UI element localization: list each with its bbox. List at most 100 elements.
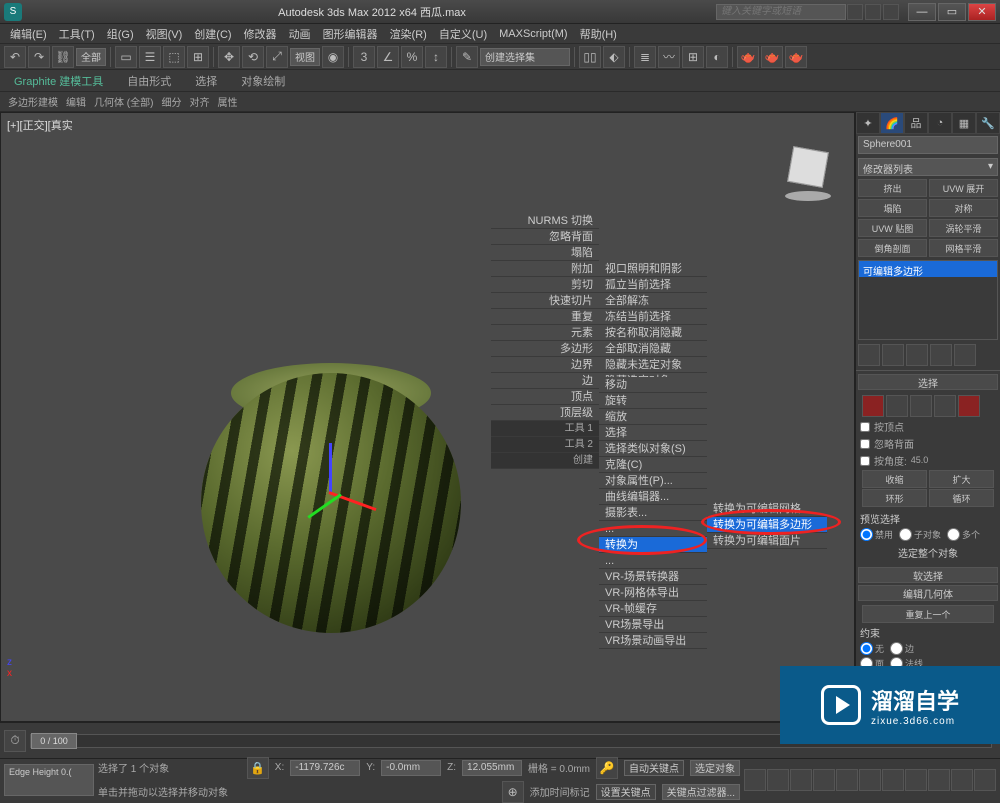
ribbon-tab-modeling[interactable]: Graphite 建模工具 bbox=[8, 71, 109, 91]
radio-c-edge[interactable] bbox=[890, 642, 903, 655]
btn-uvw-map[interactable]: UVW 贴图 bbox=[858, 219, 927, 237]
show-result-icon[interactable] bbox=[882, 344, 904, 366]
modifier-stack[interactable]: 可编辑多边形 bbox=[858, 260, 998, 340]
radio-preview-off[interactable] bbox=[860, 528, 873, 541]
qm-rotate[interactable]: 旋转 bbox=[599, 393, 707, 409]
qm-edge[interactable]: 边 bbox=[491, 373, 599, 389]
qm-vertex[interactable]: 顶点 bbox=[491, 389, 599, 405]
keyfilter-button[interactable]: 关键点过滤器... bbox=[662, 784, 740, 800]
qm-cut[interactable]: 剪切 bbox=[491, 277, 599, 293]
qm-dopesheet[interactable]: 摄影表... bbox=[599, 505, 707, 521]
btn-grow[interactable]: 扩大 bbox=[929, 470, 994, 488]
angle-snap-icon[interactable]: ∠ bbox=[377, 46, 399, 68]
help-icon[interactable] bbox=[847, 4, 863, 20]
redo-icon[interactable]: ↷ bbox=[28, 46, 50, 68]
menu-views[interactable]: 视图(V) bbox=[140, 24, 189, 44]
script-listener[interactable]: Edge Height 0.( bbox=[4, 764, 94, 796]
qm-unhide-name[interactable]: 按名称取消隐藏 bbox=[599, 325, 707, 341]
qm-vr-scene-exp[interactable]: VR场景导出 bbox=[599, 617, 707, 633]
btn-meshsmooth[interactable]: 网格平滑 bbox=[929, 239, 998, 257]
qm-dots2[interactable]: ... bbox=[599, 553, 707, 569]
rotate-icon[interactable]: ⟲ bbox=[242, 46, 264, 68]
object-name-field[interactable]: Sphere001 bbox=[858, 136, 998, 154]
render-icon[interactable]: 🫖 bbox=[785, 46, 807, 68]
qm-vr-framebuf[interactable]: VR-帧缓存 bbox=[599, 601, 707, 617]
qm-collapse[interactable]: 塌陷 bbox=[491, 245, 599, 261]
viewport[interactable]: [+][正交][真实 zx NURMS 切换 忽略背面 塌陷 附加 剪切 快速切… bbox=[0, 112, 855, 722]
sm-editable-patch[interactable]: 转换为可编辑面片 bbox=[707, 533, 827, 549]
spinner-snap-icon[interactable]: ↕ bbox=[425, 46, 447, 68]
viewport-label[interactable]: [+][正交][真实 bbox=[7, 117, 73, 133]
sm-editable-mesh[interactable]: 转换为可编辑网格 bbox=[707, 501, 827, 517]
qm-quickslice[interactable]: 快速切片 bbox=[491, 293, 599, 309]
menu-edit[interactable]: 编辑(E) bbox=[4, 24, 53, 44]
rb-geom[interactable]: 几何体 (全部) bbox=[94, 94, 153, 109]
play-icon[interactable] bbox=[790, 769, 812, 791]
create-tab-icon[interactable]: ✦ bbox=[856, 112, 880, 134]
qm-unhide-all[interactable]: 全部取消隐藏 bbox=[599, 341, 707, 357]
qm-ignore-bf[interactable]: 忽略背面 bbox=[491, 229, 599, 245]
goto-start-icon[interactable] bbox=[744, 769, 766, 791]
rollout-selection[interactable]: 选择 bbox=[858, 374, 998, 390]
orbit-icon[interactable] bbox=[951, 769, 973, 791]
qm-convert-to[interactable]: 转换为 bbox=[599, 537, 707, 553]
material-editor-icon[interactable]: ◐ bbox=[706, 46, 728, 68]
menu-group[interactable]: 组(G) bbox=[101, 24, 140, 44]
menu-render[interactable]: 渲染(R) bbox=[384, 24, 433, 44]
qm-unfreeze[interactable]: 全部解冻 bbox=[599, 293, 707, 309]
snap3d-icon[interactable]: 3 bbox=[353, 46, 375, 68]
qm-select-similar[interactable]: 选择类似对象(S) bbox=[599, 441, 707, 457]
menu-modifiers[interactable]: 修改器 bbox=[238, 24, 283, 44]
qm-move[interactable]: 移动 bbox=[599, 377, 707, 393]
selection-filter[interactable]: 全部 bbox=[76, 48, 106, 66]
qm-isolate[interactable]: 孤立当前选择 bbox=[599, 277, 707, 293]
help-search-input[interactable] bbox=[716, 4, 846, 20]
named-selset-dropdown[interactable]: 创建选择集 bbox=[480, 48, 570, 66]
menu-animation[interactable]: 动画 bbox=[283, 24, 317, 44]
mirror-icon[interactable]: ▯▯ bbox=[579, 46, 601, 68]
qm-border[interactable]: 边界 bbox=[491, 357, 599, 373]
menu-tools[interactable]: 工具(T) bbox=[53, 24, 101, 44]
zoom-icon[interactable] bbox=[882, 769, 904, 791]
viewcube[interactable] bbox=[778, 137, 838, 197]
goto-end-icon[interactable] bbox=[836, 769, 858, 791]
btn-symmetry[interactable]: 对称 bbox=[929, 199, 998, 217]
rb-poly[interactable]: 多边形建模 bbox=[8, 94, 58, 109]
angle-value[interactable]: 45.0 bbox=[911, 455, 947, 467]
sm-editable-poly[interactable]: 转换为可编辑多边形 bbox=[707, 517, 827, 533]
watermelon-object[interactable] bbox=[201, 373, 461, 633]
utilities-tab-icon[interactable]: 🔧 bbox=[976, 112, 1000, 134]
menu-create[interactable]: 创建(C) bbox=[188, 24, 237, 44]
motion-tab-icon[interactable]: ◔ bbox=[928, 112, 952, 134]
rb-edit[interactable]: 编辑 bbox=[66, 94, 86, 109]
pan-icon[interactable] bbox=[859, 769, 881, 791]
remove-mod-icon[interactable] bbox=[930, 344, 952, 366]
qm-clone[interactable]: 克隆(C) bbox=[599, 457, 707, 473]
menu-help[interactable]: 帮助(H) bbox=[574, 24, 623, 44]
subobj-vertex-icon[interactable] bbox=[862, 395, 884, 417]
time-slider-thumb[interactable]: 0 / 100 bbox=[31, 733, 77, 749]
zoom-extents-icon[interactable] bbox=[905, 769, 927, 791]
schematic-icon[interactable]: ⊞ bbox=[682, 46, 704, 68]
minimize-button[interactable]: — bbox=[908, 3, 936, 21]
user-icon[interactable] bbox=[883, 4, 899, 20]
window-crossing-icon[interactable]: ⊞ bbox=[187, 46, 209, 68]
btn-loop[interactable]: 循环 bbox=[929, 489, 994, 507]
qm-dots1[interactable]: ... bbox=[599, 521, 707, 537]
qm-vr-anim-exp[interactable]: VR场景动画导出 bbox=[599, 633, 707, 649]
maximize-button[interactable]: ▭ bbox=[938, 3, 966, 21]
qm-hide-unsel[interactable]: 隐藏未选定对象 bbox=[599, 357, 707, 373]
btn-repeat-last[interactable]: 重复上一个 bbox=[862, 605, 994, 623]
rect-select-icon[interactable]: ⬚ bbox=[163, 46, 185, 68]
percent-snap-icon[interactable]: % bbox=[401, 46, 423, 68]
ref-coord-dropdown[interactable]: 视图 bbox=[290, 48, 320, 66]
btn-extrude[interactable]: 挤出 bbox=[858, 179, 927, 197]
btn-ring[interactable]: 环形 bbox=[862, 489, 927, 507]
ribbon-tab-freeform[interactable]: 自由形式 bbox=[121, 71, 177, 91]
btn-bevel-profile[interactable]: 倒角剖面 bbox=[858, 239, 927, 257]
close-button[interactable]: ✕ bbox=[968, 3, 996, 21]
select-name-icon[interactable]: ☰ bbox=[139, 46, 161, 68]
scale-icon[interactable]: ⤢ bbox=[266, 46, 288, 68]
render-frame-icon[interactable]: 🫖 bbox=[761, 46, 783, 68]
addtime-icon[interactable]: ⊕ bbox=[502, 781, 524, 803]
